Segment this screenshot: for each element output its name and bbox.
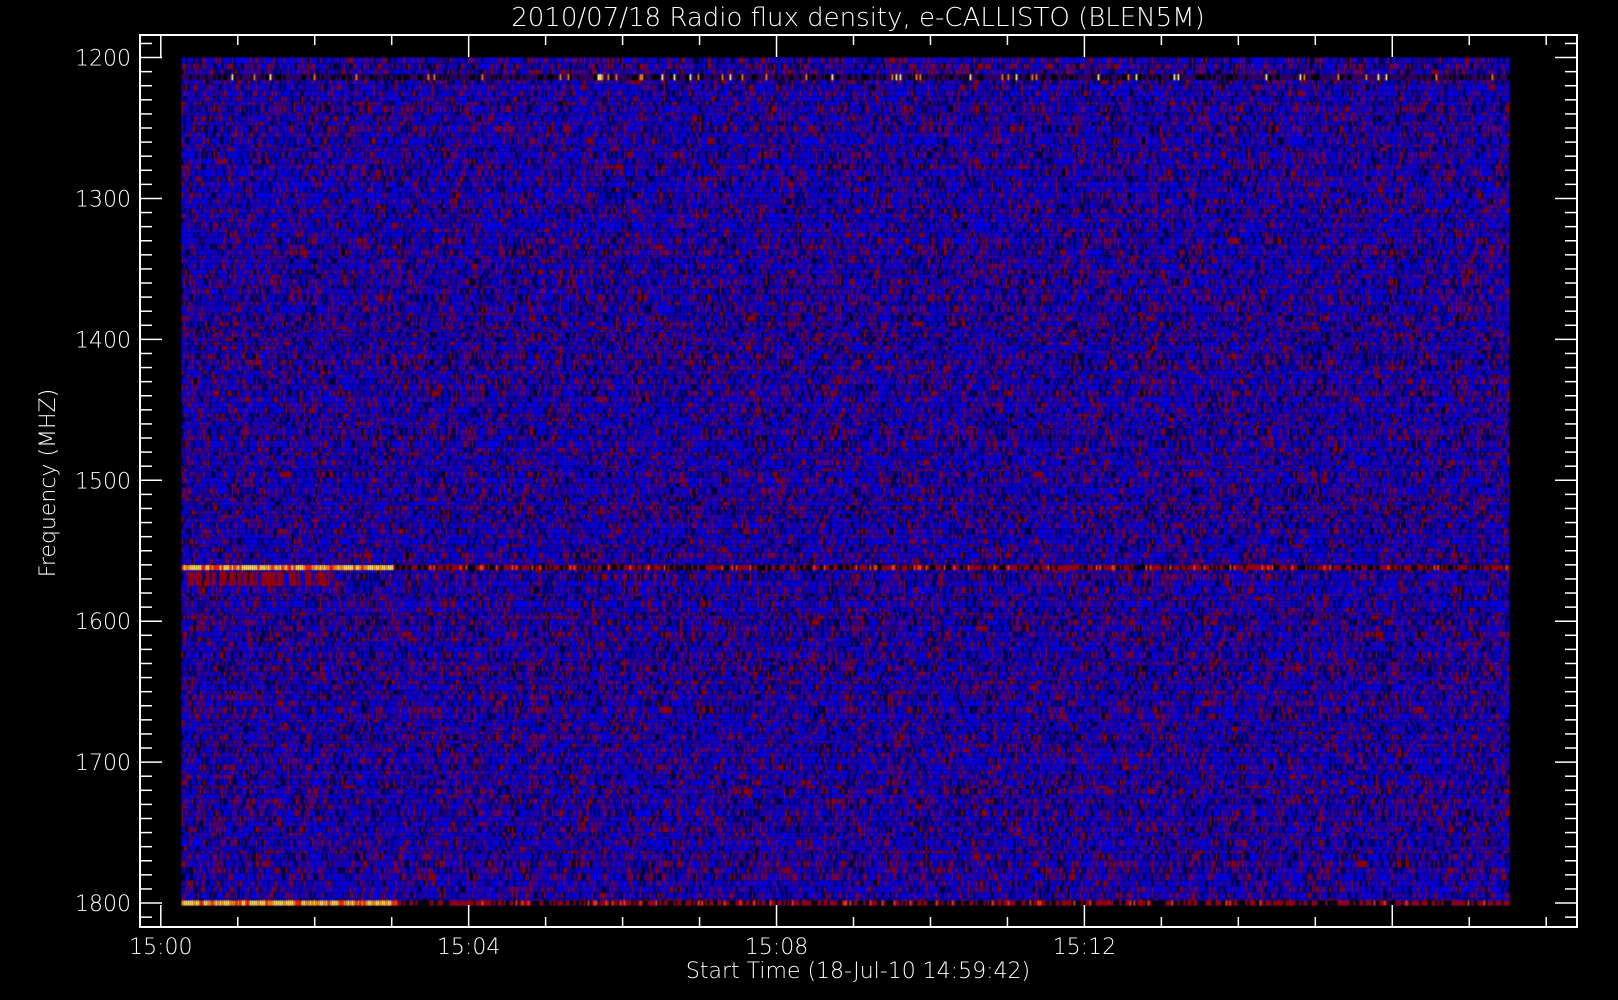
x-tick-label: 15:04 [437, 935, 500, 960]
chart-title: 2010/07/18 Radio flux density, e-CALLIST… [511, 3, 1205, 33]
x-tick-label: 15:00 [129, 935, 192, 960]
y-tick-label: 1800 [75, 892, 131, 917]
x-tick-label: 15:12 [1053, 935, 1116, 960]
y-tick-label: 1300 [75, 187, 131, 212]
x-axis-label: Start Time (18-Jul-10 14:59:42) [686, 959, 1030, 984]
y-tick-label: 1200 [75, 47, 131, 72]
y-tick-label: 1600 [75, 610, 131, 635]
y-tick-label: 1500 [75, 469, 131, 494]
x-tick-label: 15:08 [745, 935, 808, 960]
y-tick-label: 1700 [75, 751, 131, 776]
y-tick-label: 1400 [75, 328, 131, 353]
plot-frame [139, 34, 1578, 928]
chart-axes: 2010/07/18 Radio flux density, e-CALLIST… [36, 3, 1578, 984]
y-axis-label: Frequency (MHZ) [36, 389, 61, 577]
